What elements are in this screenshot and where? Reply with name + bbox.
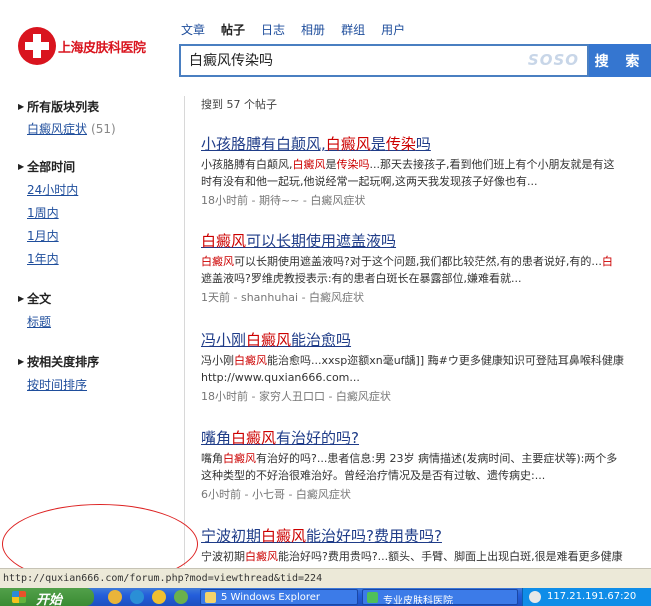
start-button[interactable]: 开始 <box>0 588 94 606</box>
soso-watermark: SOSO <box>527 51 579 69</box>
browser-icon <box>367 592 378 603</box>
taskbar-item-browser[interactable]: 专业皮肤科医院 <box>362 589 518 605</box>
sidebar-divider <box>184 96 185 566</box>
filter-heading: 全文 <box>27 291 52 306</box>
result-snippet: 宁波初期白癜风能治好吗?费用贵吗?...额头、手臂、脚面上出现白斑,很是难看更多… <box>201 550 623 563</box>
result-item: 冯小刚白癜风能治愈吗 冯小刚白癜风能治愈吗...xxsp迩额xn毫uf龋]] 黣… <box>201 329 651 404</box>
result-item: 小孩胳膊有白颠风,白癜风是传染吗 小孩胳膊有白颠风,白癜风是传染吗...那天去接… <box>201 133 651 208</box>
result-meta: 18小时前 - 家穷人丑口口 - 白癜风症状 <box>201 390 391 403</box>
result-title-link[interactable]: 冯小刚白癜风能治愈吗 <box>201 329 651 349</box>
result-item: 白癜风可以长期使用遮盖液吗 白癜风可以长期使用遮盖液吗?对于这个问题,我们都比较… <box>201 230 651 305</box>
filter-heading: 全部时间 <box>27 159 76 174</box>
result-meta: 18小时前 - 期待~~ - 白癜风症状 <box>201 194 366 207</box>
browser-page: 上海皮肤科医院 文章 帖子 日志 相册 群组 用户 SOSO 搜 索 ▶所有版块… <box>0 0 651 606</box>
filter-link-24h[interactable]: 24小时内 <box>27 181 178 197</box>
filter-link-1month[interactable]: 1月内 <box>27 227 178 243</box>
logo-text: 上海皮肤科医院 <box>58 40 146 56</box>
result-title-link[interactable]: 白癜风可以长期使用遮盖液吗 <box>201 230 651 250</box>
board-count: (51) <box>91 122 116 136</box>
filter-section-time: ▶ 全部时间 24小时内 1周内 1月内 1年内 <box>18 158 178 267</box>
tab-groups[interactable]: 群组 <box>341 21 365 38</box>
tab-posts[interactable]: 帖子 <box>221 21 245 38</box>
result-item: 宁波初期白癜风能治好吗?费用贵吗? 宁波初期白癜风能治好吗?费用贵吗?...额头… <box>201 525 651 565</box>
windows-taskbar: 开始 5 Windows Explorer 专业皮肤科医院 117.21.191… <box>0 588 651 606</box>
tab-albums[interactable]: 相册 <box>301 21 325 38</box>
result-snippet: 冯小刚白癜风能治愈吗...xxsp迩额xn毫uf龋]] 黣#ウ更多健康知识可登陆… <box>201 354 624 384</box>
result-title-link[interactable]: 小孩胳膊有白颠风,白癜风是传染吗 <box>201 133 651 153</box>
result-count: 搜到 57 个帖子 <box>201 98 277 111</box>
filter-link-title[interactable]: 标题 <box>27 313 178 329</box>
tab-users[interactable]: 用户 <box>381 21 405 38</box>
arrow-right-icon: ▶ <box>18 356 25 366</box>
result-snippet: 白癜风可以长期使用遮盖液吗?对于这个问题,我们都比较茫然,有的患者说好,有的..… <box>201 255 613 285</box>
result-snippet: 嘴角白癜风有治好的吗?...患者信息:男 23岁 病情描述(发病时间、主要症状等… <box>201 452 618 482</box>
red-cross-icon <box>18 27 56 65</box>
result-title-link[interactable]: 嘴角白癜风有治好的吗? <box>201 427 651 447</box>
start-label: 开始 <box>36 593 63 606</box>
network-icon[interactable] <box>529 591 541 603</box>
filter-section-board: ▶ 所有版块列表 白癜风症状 (51) <box>18 98 178 137</box>
result-snippet: 小孩胳膊有白颠风,白癜风是传染吗...那天去接孩子,看到他们班上有个小朋友就是有… <box>201 158 615 188</box>
site-logo[interactable]: 上海皮肤科医院 <box>18 27 146 65</box>
filter-link-sort-time[interactable]: 按时间排序 <box>27 376 178 392</box>
result-item: 嘴角白癜风有治好的吗? 嘴角白癜风有治好的吗?...患者信息:男 23岁 病情描… <box>201 427 651 502</box>
filter-heading: 按相关度排序 <box>27 354 100 369</box>
browser-status-bar: http://quxian666.com/forum.php?mod=viewt… <box>0 568 651 588</box>
windows-logo-icon <box>12 591 26 603</box>
filter-section-scope: ▶ 全文 标题 <box>18 290 178 330</box>
search-category-tabs: 文章 帖子 日志 相册 群组 用户 <box>181 21 421 38</box>
arrow-right-icon: ▶ <box>18 161 25 171</box>
arrow-right-icon: ▶ <box>18 293 25 303</box>
tab-blogs[interactable]: 日志 <box>261 21 285 38</box>
filter-section-sort: ▶ 按相关度排序 按时间排序 <box>18 353 178 393</box>
search-button[interactable]: 搜 索 <box>589 44 651 77</box>
filter-heading: 所有版块列表 <box>27 99 100 114</box>
arrow-right-icon: ▶ <box>18 101 25 111</box>
qq-quicklaunch-icon[interactable] <box>152 590 166 604</box>
result-meta: 1天前 - shanhuhai - 白癜风症状 <box>201 291 365 304</box>
system-tray: 117.21.191.67:20 <box>522 588 651 606</box>
app-quicklaunch-icon[interactable] <box>174 590 188 604</box>
media-quicklaunch-icon[interactable] <box>130 590 144 604</box>
filter-sidebar: ▶ 所有版块列表 白癜风症状 (51) ▶ 全部时间 24小时内 1周内 1月内 1年… <box>18 98 178 406</box>
tab-articles[interactable]: 文章 <box>181 21 205 38</box>
filter-link-1week[interactable]: 1周内 <box>27 204 178 220</box>
result-title-link[interactable]: 宁波初期白癜风能治好吗?费用贵吗? <box>201 525 651 545</box>
result-meta: 6小时前 - 小七哥 - 白癜风症状 <box>201 488 351 501</box>
results-list: 搜到 57 个帖子 小孩胳膊有白颠风,白癜风是传染吗 小孩胳膊有白颠风,白癜风是… <box>201 96 651 563</box>
search-box: SOSO <box>179 44 589 77</box>
filter-link-1year[interactable]: 1年内 <box>27 250 178 266</box>
search-input[interactable] <box>189 52 519 68</box>
tray-ip-text: 117.21.191.67:20 <box>547 591 637 602</box>
taskbar-item-explorer[interactable]: 5 Windows Explorer <box>200 589 358 605</box>
ie-quicklaunch-icon[interactable] <box>108 590 122 604</box>
filter-link-board[interactable]: 白癜风症状 <box>27 122 87 136</box>
folder-icon <box>205 592 216 603</box>
